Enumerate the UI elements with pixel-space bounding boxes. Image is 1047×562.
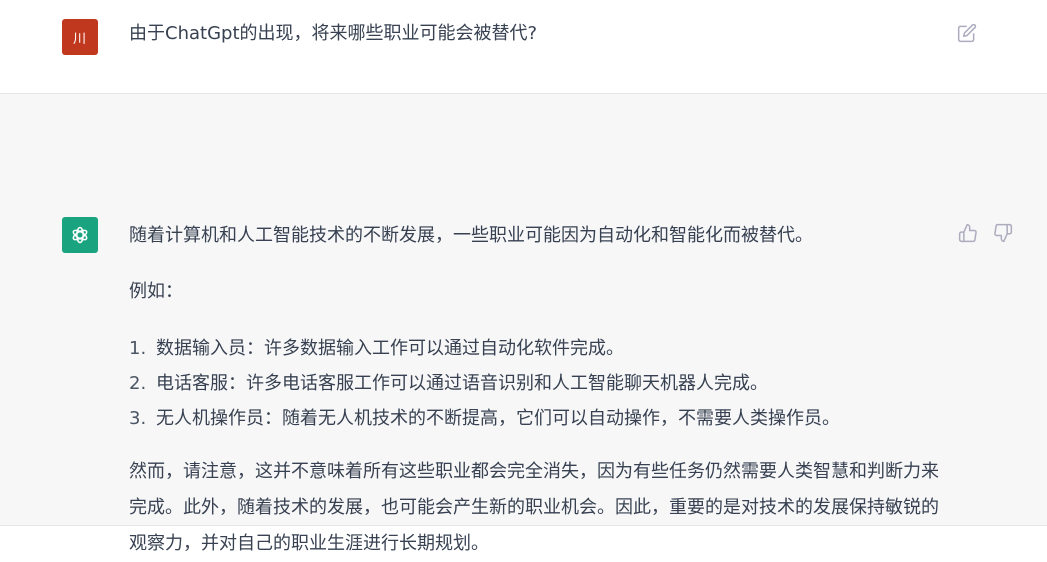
list-item-text: 无人机操作员：随着无人机技术的不断提高，它们可以自动操作，不需要人类操作员。 xyxy=(156,408,840,429)
list-item-number: 1. xyxy=(129,338,147,359)
openai-logo-icon xyxy=(62,217,98,253)
user-message-text: 由于ChatGpt的出现，将来哪些职业可能会被替代? xyxy=(129,23,538,44)
example-label: 例如： xyxy=(129,281,183,302)
list-item: 2. 电话客服：许多电话客服工作可以通过语音识别和人工智能聊天机器人完成。 xyxy=(129,366,949,401)
user-message-row: 川 由于ChatGpt的出现，将来哪些职业可能会被替代? xyxy=(0,0,1047,94)
assistant-conclusion: 然而，请注意，这并不意味着所有这些职业都会完全消失，因为有些任务仍然需要人类智慧… xyxy=(129,461,939,554)
list-item-text: 电话客服：许多电话客服工作可以通过语音识别和人工智能聊天机器人完成。 xyxy=(156,373,768,394)
assistant-intro: 随着计算机和人工智能技术的不断发展，一些职业可能因为自动化和智能化而被替代。 xyxy=(129,225,813,246)
list-item: 3. 无人机操作员：随着无人机技术的不断提高，它们可以自动操作，不需要人类操作员… xyxy=(129,401,949,436)
thumbs-down-icon[interactable] xyxy=(993,223,1015,245)
list-item-number: 2. xyxy=(129,373,147,394)
edit-icon[interactable] xyxy=(957,23,979,45)
occupation-list: 1. 数据输入员：许多数据输入工作可以通过自动化软件完成。 2. 电话客服：许多… xyxy=(129,331,949,436)
list-item-text: 数据输入员：许多数据输入工作可以通过自动化软件完成。 xyxy=(156,338,624,359)
list-item-number: 3. xyxy=(129,408,147,429)
user-avatar: 川 xyxy=(62,19,98,55)
user-avatar-initials: 川 xyxy=(72,31,87,47)
list-item: 1. 数据输入员：许多数据输入工作可以通过自动化软件完成。 xyxy=(129,331,949,366)
thumbs-up-icon[interactable] xyxy=(958,223,980,245)
assistant-message-content: 随着计算机和人工智能技术的不断发展，一些职业可能因为自动化和智能化而被替代。 例… xyxy=(129,219,949,562)
assistant-message-row: 随着计算机和人工智能技术的不断发展，一些职业可能因为自动化和智能化而被替代。 例… xyxy=(0,94,1047,554)
